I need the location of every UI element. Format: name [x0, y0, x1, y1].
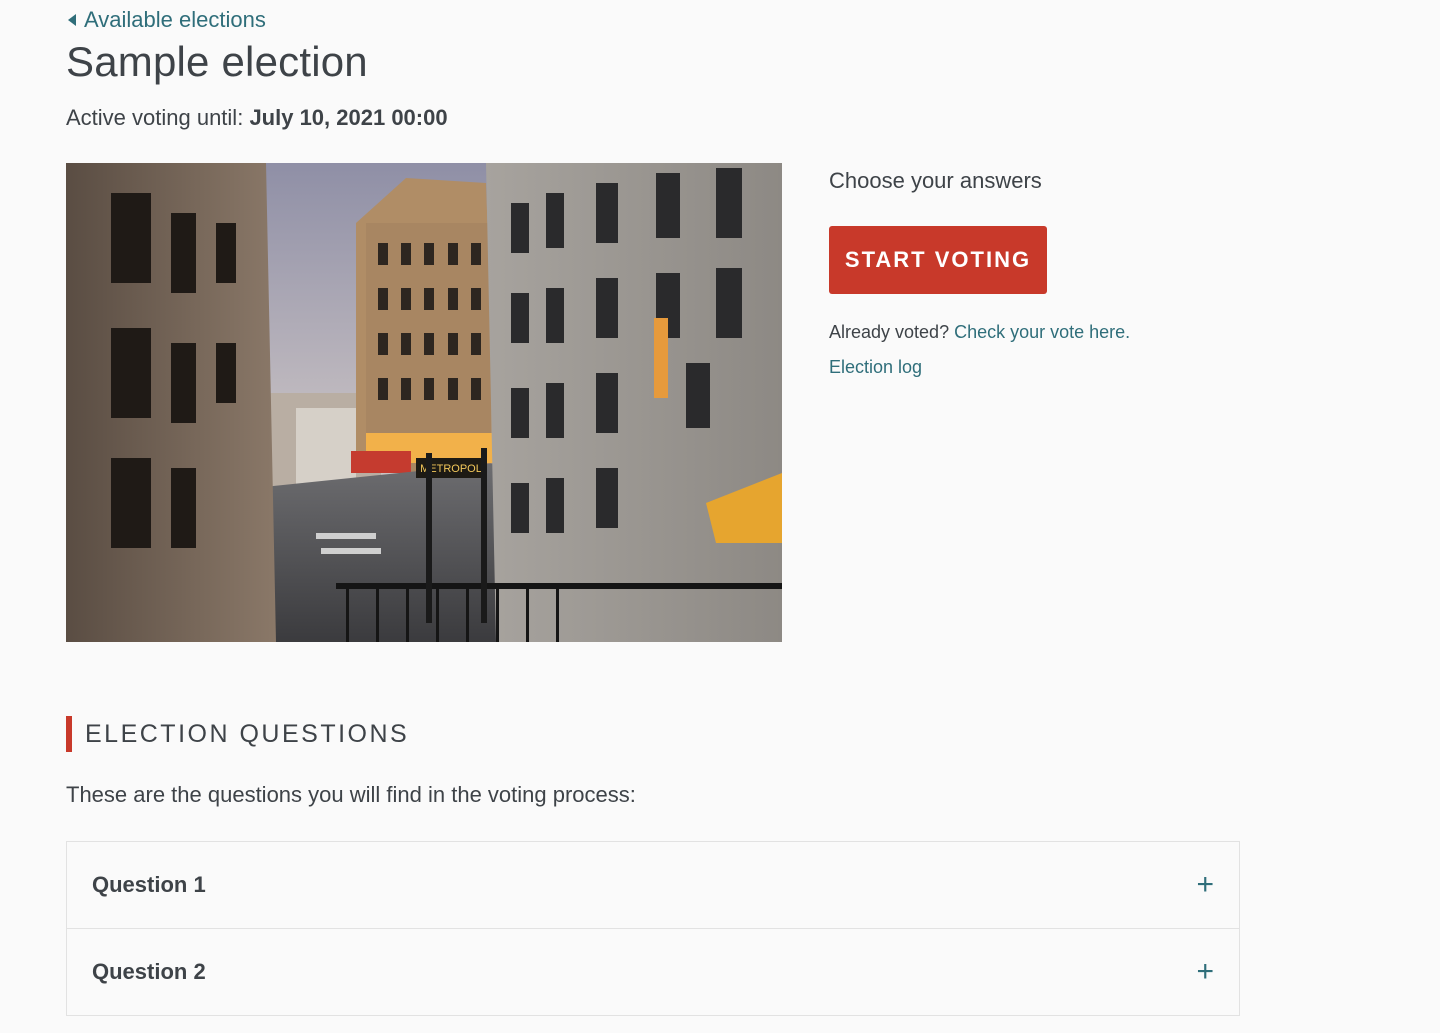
election-log-link[interactable]: Election log: [829, 357, 922, 378]
section-accent-bar: [66, 716, 72, 752]
election-questions-header: ELECTION QUESTIONS: [66, 716, 409, 752]
choose-answers-label: Choose your answers: [829, 168, 1042, 193]
expand-plus-icon[interactable]: +: [1196, 957, 1214, 987]
voting-panel: Choose your answers START VOTING Already…: [829, 168, 1229, 377]
election-page: Available elections Sample election Acti…: [0, 0, 1440, 1033]
chevron-left-icon: [68, 14, 76, 26]
question-item-2[interactable]: Question 2 +: [67, 929, 1239, 1015]
questions-description: These are the questions you will find in…: [66, 782, 636, 807]
expand-plus-icon[interactable]: +: [1196, 870, 1214, 900]
active-voting-until: Active voting until: July 10, 2021 00:00: [66, 105, 448, 131]
question-title: Question 2: [92, 959, 206, 984]
question-title: Question 1: [92, 872, 206, 897]
question-item-1[interactable]: Question 1 +: [67, 842, 1239, 929]
election-image: METROPOL: [66, 163, 782, 642]
back-link-label: Available elections: [84, 7, 266, 32]
already-voted-text: Already voted?: [829, 322, 950, 342]
election-questions-title: ELECTION QUESTIONS: [85, 719, 410, 748]
start-voting-button[interactable]: START VOTING: [829, 226, 1047, 294]
check-vote-link[interactable]: Check your vote here.: [954, 322, 1130, 342]
active-voting-prefix: Active voting until:: [66, 105, 244, 130]
page-title: Sample election: [66, 38, 368, 85]
back-to-elections-link[interactable]: Available elections: [68, 7, 266, 33]
questions-accordion: Question 1 + Question 2 +: [66, 841, 1240, 1016]
already-voted-line: Already voted? Check your vote here.: [829, 322, 1130, 343]
active-voting-date: July 10, 2021 00:00: [249, 105, 448, 130]
